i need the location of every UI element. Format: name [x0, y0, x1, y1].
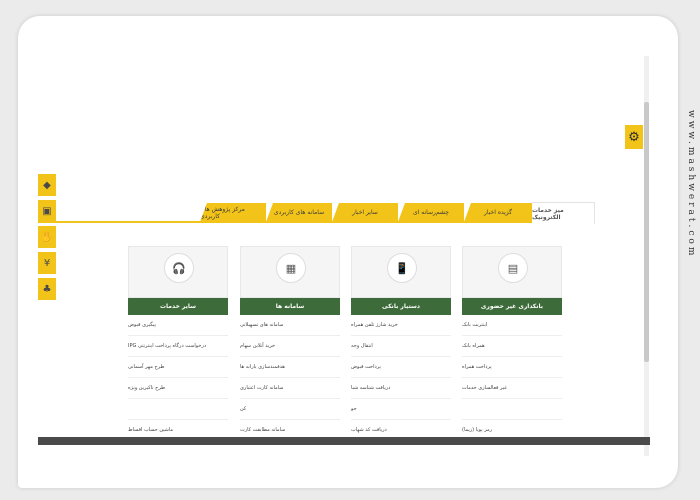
pos-terminal-icon: ▤: [498, 253, 528, 283]
tab-media[interactable]: چشم‌رسانه ای: [398, 203, 464, 222]
plant-icon[interactable]: ♣: [38, 278, 56, 300]
column-title: سایر خدمات: [128, 298, 228, 315]
list-item[interactable]: اینترنت بانک: [462, 315, 562, 336]
list-item[interactable]: طرح تاکیرین ویژه: [128, 378, 228, 399]
list-item[interactable]: پرداخت قبوض: [351, 357, 451, 378]
list-item[interactable]: جو: [351, 399, 451, 420]
column-title: بانکداری غیر حضوری: [462, 298, 562, 315]
bottom-status-bar: [38, 437, 650, 445]
list-item[interactable]: طرح مهر آسمانی: [128, 357, 228, 378]
list-item[interactable]: سامانه کارت اعتباری: [240, 378, 340, 399]
column-systems: ▦ سامانه ها سامانه های تسهیلاتی خرید آنل…: [240, 246, 340, 441]
list-item[interactable]: کن: [240, 399, 340, 420]
tab-research[interactable]: مرکز پژوهش های کاربردی: [200, 203, 266, 222]
column-remote-banking: ▤ بانکداری غیر حضوری اینترنت بانک همراه …: [462, 246, 562, 441]
handshake-icon[interactable]: ✋: [38, 226, 56, 248]
tab-other-news[interactable]: سایر اخبار: [332, 203, 398, 222]
list-item[interactable]: همراه بانک: [462, 336, 562, 357]
scroll-thumb[interactable]: [644, 102, 649, 362]
tab-selected-news[interactable]: گزیده اخبار: [464, 203, 532, 222]
calculator-icon: ▦: [276, 253, 306, 283]
watermark-text: www.mashwerat.com: [686, 110, 696, 259]
hand-coin-icon[interactable]: ¥: [38, 252, 56, 274]
column-title: سامانه ها: [240, 298, 340, 315]
list-item[interactable]: هدفمندسازی یارانه ها: [240, 357, 340, 378]
list-item[interactable]: [462, 399, 562, 420]
list-item[interactable]: خرید شارژ تلفن همراه: [351, 315, 451, 336]
list-item[interactable]: [128, 399, 228, 420]
vertical-scrollbar[interactable]: [644, 56, 649, 456]
list-item[interactable]: غیر فعالسازی خدمات: [462, 378, 562, 399]
coin-icon[interactable]: ◆: [38, 174, 56, 196]
list-item[interactable]: دریافت شناسه شبا: [351, 378, 451, 399]
mobile-hand-icon: 📱: [387, 253, 417, 283]
list-item[interactable]: سامانه های تسهیلاتی: [240, 315, 340, 336]
list-item[interactable]: انتقال وجه: [351, 336, 451, 357]
list-item[interactable]: پرداخت همراه: [462, 357, 562, 378]
column-banking-assistant: 📱 دستیار بانکی خرید شارژ تلفن همراه انتق…: [351, 246, 451, 441]
column-other-services: 🎧 سایر خدمات پیگیری قبوض درخواست درگاه پ…: [128, 246, 228, 441]
list-item[interactable]: درخواست درگاه پرداخت اینترنتی IPG: [128, 336, 228, 357]
headset-icon: 🎧: [164, 253, 194, 283]
gear-icon[interactable]: ⚙: [625, 125, 643, 149]
wallet-icon[interactable]: ▣: [38, 200, 56, 222]
list-item[interactable]: پیگیری قبوض: [128, 315, 228, 336]
list-item[interactable]: خرید آنلاین سهام: [240, 336, 340, 357]
tab-applied-systems[interactable]: سامانه های کاربردی: [266, 203, 332, 222]
tab-e-services[interactable]: میز خدمات الکترونیک: [532, 202, 595, 224]
side-toolbar: ◆ ▣ ✋ ¥ ♣: [38, 174, 58, 304]
column-title: دستیار بانکی: [351, 298, 451, 315]
browser-frame: [18, 16, 678, 488]
